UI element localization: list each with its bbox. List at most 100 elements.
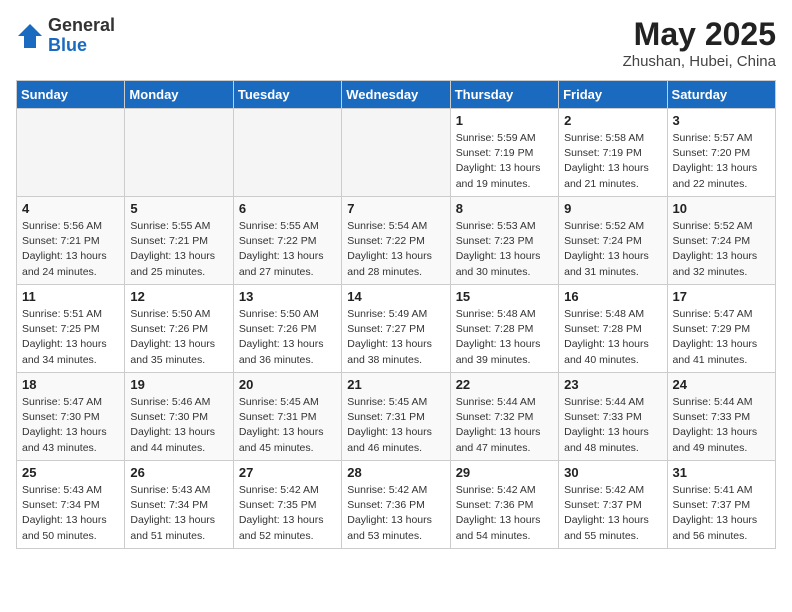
calendar-cell: 16 Sunrise: 5:48 AMSunset: 7:28 PMDayligh… [559, 285, 667, 373]
calendar-cell [342, 109, 450, 197]
day-detail: Sunrise: 5:54 AMSunset: 7:22 PMDaylight:… [347, 219, 444, 280]
day-number: 5 [130, 201, 227, 216]
day-detail: Sunrise: 5:41 AMSunset: 7:37 PMDaylight:… [673, 483, 770, 544]
day-number: 30 [564, 465, 661, 480]
calendar-cell [233, 109, 341, 197]
calendar-cell: 26 Sunrise: 5:43 AMSunset: 7:34 PMDayligh… [125, 461, 233, 549]
calendar-cell: 1Sunrise: 5:59 AMSunset: 7:19 PMDaylight… [450, 109, 558, 197]
day-detail: Sunrise: 5:50 AMSunset: 7:26 PMDaylight:… [239, 307, 336, 368]
calendar-cell: 19Sunrise: 5:46 AMSunset: 7:30 PMDayligh… [125, 373, 233, 461]
day-detail: Sunrise: 5:44 AMSunset: 7:33 PMDaylight:… [564, 395, 661, 456]
day-number: 12 [130, 289, 227, 304]
calendar-cell: 10 Sunrise: 5:52 AMSunset: 7:24 PMDayligh… [667, 197, 775, 285]
day-number: 13 [239, 289, 336, 304]
day-detail: Sunrise: 5:59 AMSunset: 7:19 PMDaylight:… [456, 131, 553, 192]
day-number: 26 [130, 465, 227, 480]
day-detail: Sunrise: 5:42 AMSunset: 7:37 PMDaylight:… [564, 483, 661, 544]
day-detail: Sunrise: 5:55 AMSunset: 7:22 PMDaylight:… [239, 219, 336, 280]
day-number: 29 [456, 465, 553, 480]
logo-icon [16, 22, 44, 50]
day-detail: Sunrise: 5:45 AMSunset: 7:31 PMDaylight:… [347, 395, 444, 456]
header-tuesday: Tuesday [233, 81, 341, 109]
calendar-cell [125, 109, 233, 197]
logo-blue: Blue [48, 35, 87, 55]
week-row-2: 4 Sunrise: 5:56 AMSunset: 7:21 PMDaylight… [17, 197, 776, 285]
calendar-cell: 13 Sunrise: 5:50 AMSunset: 7:26 PMDayligh… [233, 285, 341, 373]
day-number: 16 [564, 289, 661, 304]
day-detail: Sunrise: 5:43 AMSunset: 7:34 PMDaylight:… [22, 483, 119, 544]
day-number: 23 [564, 377, 661, 392]
day-number: 25 [22, 465, 119, 480]
day-number: 31 [673, 465, 770, 480]
title-area: May 2025 Zhushan, Hubei, China [623, 16, 776, 70]
header-monday: Monday [125, 81, 233, 109]
calendar-cell: 14 Sunrise: 5:49 AMSunset: 7:27 PMDayligh… [342, 285, 450, 373]
header-sunday: Sunday [17, 81, 125, 109]
day-number: 17 [673, 289, 770, 304]
day-detail: Sunrise: 5:56 AMSunset: 7:21 PMDaylight:… [22, 219, 119, 280]
day-detail: Sunrise: 5:47 AMSunset: 7:29 PMDaylight:… [673, 307, 770, 368]
calendar-cell: 29 Sunrise: 5:42 AMSunset: 7:36 PMDayligh… [450, 461, 558, 549]
day-detail: Sunrise: 5:42 AMSunset: 7:36 PMDaylight:… [456, 483, 553, 544]
day-detail: Sunrise: 5:51 AMSunset: 7:25 PMDaylight:… [22, 307, 119, 368]
calendar-cell: 6Sunrise: 5:55 AMSunset: 7:22 PMDaylight… [233, 197, 341, 285]
header: General Blue May 2025 Zhushan, Hubei, Ch… [16, 16, 776, 70]
day-number: 2 [564, 113, 661, 128]
day-detail: Sunrise: 5:44 AMSunset: 7:32 PMDaylight:… [456, 395, 553, 456]
calendar-cell: 11 Sunrise: 5:51 AMSunset: 7:25 PMDayligh… [17, 285, 125, 373]
day-number: 11 [22, 289, 119, 304]
calendar-cell: 9Sunrise: 5:52 AMSunset: 7:24 PMDaylight… [559, 197, 667, 285]
calendar-cell: 31 Sunrise: 5:41 AMSunset: 7:37 PMDayligh… [667, 461, 775, 549]
calendar-cell: 3Sunrise: 5:57 AMSunset: 7:20 PMDaylight… [667, 109, 775, 197]
day-number: 8 [456, 201, 553, 216]
day-detail: Sunrise: 5:50 AMSunset: 7:26 PMDaylight:… [130, 307, 227, 368]
logo: General Blue [16, 16, 115, 56]
day-detail: Sunrise: 5:44 AMSunset: 7:33 PMDaylight:… [673, 395, 770, 456]
calendar-subtitle: Zhushan, Hubei, China [623, 53, 776, 70]
header-wednesday: Wednesday [342, 81, 450, 109]
calendar-cell: 8 Sunrise: 5:53 AMSunset: 7:23 PMDaylight… [450, 197, 558, 285]
logo-general: General [48, 15, 115, 35]
week-row-4: 18Sunrise: 5:47 AMSunset: 7:30 PMDayligh… [17, 373, 776, 461]
calendar-cell: 30 Sunrise: 5:42 AMSunset: 7:37 PMDayligh… [559, 461, 667, 549]
day-detail: Sunrise: 5:52 AMSunset: 7:24 PMDaylight:… [564, 219, 661, 280]
header-thursday: Thursday [450, 81, 558, 109]
calendar-cell: 27 Sunrise: 5:42 AMSunset: 7:35 PMDayligh… [233, 461, 341, 549]
header-friday: Friday [559, 81, 667, 109]
day-detail: Sunrise: 5:48 AMSunset: 7:28 PMDaylight:… [564, 307, 661, 368]
day-detail: Sunrise: 5:49 AMSunset: 7:27 PMDaylight:… [347, 307, 444, 368]
calendar-cell: 18Sunrise: 5:47 AMSunset: 7:30 PMDayligh… [17, 373, 125, 461]
day-detail: Sunrise: 5:42 AMSunset: 7:36 PMDaylight:… [347, 483, 444, 544]
header-saturday: Saturday [667, 81, 775, 109]
day-detail: Sunrise: 5:57 AMSunset: 7:20 PMDaylight:… [673, 131, 770, 192]
day-detail: Sunrise: 5:58 AMSunset: 7:19 PMDaylight:… [564, 131, 661, 192]
day-detail: Sunrise: 5:52 AMSunset: 7:24 PMDaylight:… [673, 219, 770, 280]
day-number: 10 [673, 201, 770, 216]
day-number: 19 [130, 377, 227, 392]
day-number: 28 [347, 465, 444, 480]
day-detail: Sunrise: 5:43 AMSunset: 7:34 PMDaylight:… [130, 483, 227, 544]
week-row-1: 1Sunrise: 5:59 AMSunset: 7:19 PMDaylight… [17, 109, 776, 197]
day-number: 15 [456, 289, 553, 304]
calendar-cell: 22 Sunrise: 5:44 AMSunset: 7:32 PMDayligh… [450, 373, 558, 461]
calendar-cell: 12 Sunrise: 5:50 AMSunset: 7:26 PMDayligh… [125, 285, 233, 373]
day-number: 14 [347, 289, 444, 304]
calendar-cell: 5 Sunrise: 5:55 AMSunset: 7:21 PMDaylight… [125, 197, 233, 285]
calendar-cell: 25 Sunrise: 5:43 AMSunset: 7:34 PMDayligh… [17, 461, 125, 549]
day-number: 22 [456, 377, 553, 392]
calendar-cell: 15 Sunrise: 5:48 AMSunset: 7:28 PMDayligh… [450, 285, 558, 373]
calendar-cell: 2 Sunrise: 5:58 AMSunset: 7:19 PMDaylight… [559, 109, 667, 197]
day-number: 18 [22, 377, 119, 392]
calendar-cell: 20Sunrise: 5:45 AMSunset: 7:31 PMDayligh… [233, 373, 341, 461]
calendar-cell [17, 109, 125, 197]
day-detail: Sunrise: 5:53 AMSunset: 7:23 PMDaylight:… [456, 219, 553, 280]
day-number: 27 [239, 465, 336, 480]
day-detail: Sunrise: 5:42 AMSunset: 7:35 PMDaylight:… [239, 483, 336, 544]
day-number: 4 [22, 201, 119, 216]
calendar-cell: 4 Sunrise: 5:56 AMSunset: 7:21 PMDaylight… [17, 197, 125, 285]
day-detail: Sunrise: 5:48 AMSunset: 7:28 PMDaylight:… [456, 307, 553, 368]
day-number: 21 [347, 377, 444, 392]
calendar-cell: 24Sunrise: 5:44 AMSunset: 7:33 PMDayligh… [667, 373, 775, 461]
calendar-header-row: SundayMondayTuesdayWednesdayThursdayFrid… [17, 81, 776, 109]
day-detail: Sunrise: 5:55 AMSunset: 7:21 PMDaylight:… [130, 219, 227, 280]
